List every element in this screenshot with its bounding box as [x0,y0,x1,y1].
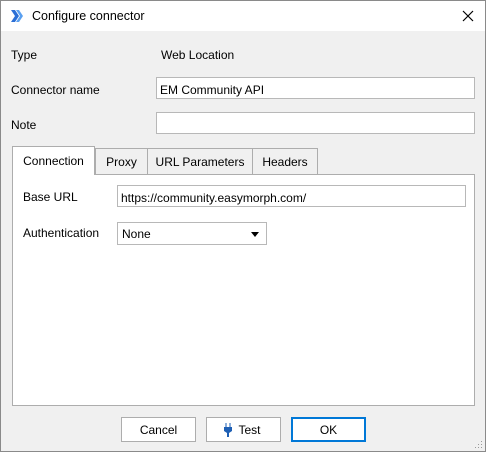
cancel-button-label: Cancel [139,423,178,437]
authentication-selected-value: None [122,227,151,241]
resize-grip-icon[interactable] [473,439,483,449]
cancel-button[interactable]: Cancel [121,417,196,442]
test-button-label: Test [238,423,261,437]
note-label: Note [11,118,37,132]
note-input[interactable] [156,112,475,134]
tab-proxy[interactable]: Proxy [95,148,148,174]
app-logo-icon [10,9,24,23]
type-label: Type [11,48,38,62]
tab-label: URL Parameters [155,155,245,169]
authentication-label: Authentication [23,226,100,240]
base-url-input[interactable] [117,185,466,207]
close-button[interactable] [451,1,485,31]
tab-url-parameters[interactable]: URL Parameters [147,148,253,174]
chevron-down-icon [251,232,259,237]
authentication-dropdown[interactable]: None [117,222,267,245]
tab-label: Proxy [106,155,137,169]
connector-name-label: Connector name [11,83,100,97]
configure-connector-dialog: Configure connector Type Web Location Co… [0,0,486,452]
base-url-label: Base URL [23,190,78,204]
test-button[interactable]: Test [206,417,281,442]
window-title: Configure connector [32,9,145,23]
ok-button-label: OK [319,423,338,437]
type-value: Web Location [161,48,235,62]
tab-headers[interactable]: Headers [252,148,318,174]
ok-button[interactable]: OK [291,417,366,442]
close-icon [462,10,474,22]
connection-tab-panel: Base URL Authentication None [12,174,475,406]
tab-label: Connection [23,154,84,168]
tab-label: Headers [262,155,308,169]
title-bar: Configure connector [1,1,485,31]
tab-connection[interactable]: Connection [12,146,95,175]
connector-name-input[interactable] [156,77,475,99]
